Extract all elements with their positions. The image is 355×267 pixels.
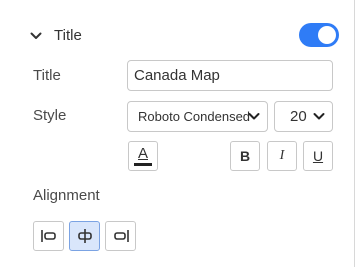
align-right-button[interactable] (105, 221, 136, 251)
font-size-value: 20 (290, 108, 307, 125)
font-family-select[interactable]: Roboto Condensed (127, 101, 268, 132)
align-left-button[interactable] (33, 221, 64, 251)
title-input[interactable] (127, 60, 333, 91)
font-family-value: Roboto Condensed (138, 109, 251, 124)
section-title[interactable]: Title (54, 27, 82, 44)
toggle-knob (318, 26, 336, 44)
align-center-icon (77, 229, 92, 243)
title-settings-panel: Title Title Style Roboto Condensed 20 A … (0, 0, 355, 267)
title-field-label: Title (33, 67, 61, 84)
align-right-icon (113, 230, 129, 242)
underline-button[interactable]: U (303, 141, 333, 171)
font-color-icon: A (134, 144, 152, 166)
font-color-button[interactable]: A (128, 141, 158, 171)
font-color-glyph: A (137, 144, 148, 162)
align-center-button[interactable] (69, 221, 100, 251)
alignment-label: Alignment (33, 187, 100, 204)
font-size-select[interactable]: 20 (274, 101, 333, 132)
font-color-swatch (134, 162, 152, 166)
underline-icon: U (312, 148, 324, 164)
chevron-down-icon (313, 113, 325, 120)
style-label: Style (33, 107, 67, 124)
title-visibility-toggle[interactable] (299, 23, 339, 47)
bold-icon: B (239, 148, 251, 164)
bold-button[interactable]: B (230, 141, 260, 171)
align-left-icon (40, 230, 56, 242)
chevron-down-icon (248, 113, 260, 120)
italic-button[interactable]: I (267, 141, 297, 171)
italic-icon: I (279, 148, 285, 163)
chevron-down-icon[interactable] (30, 31, 42, 41)
